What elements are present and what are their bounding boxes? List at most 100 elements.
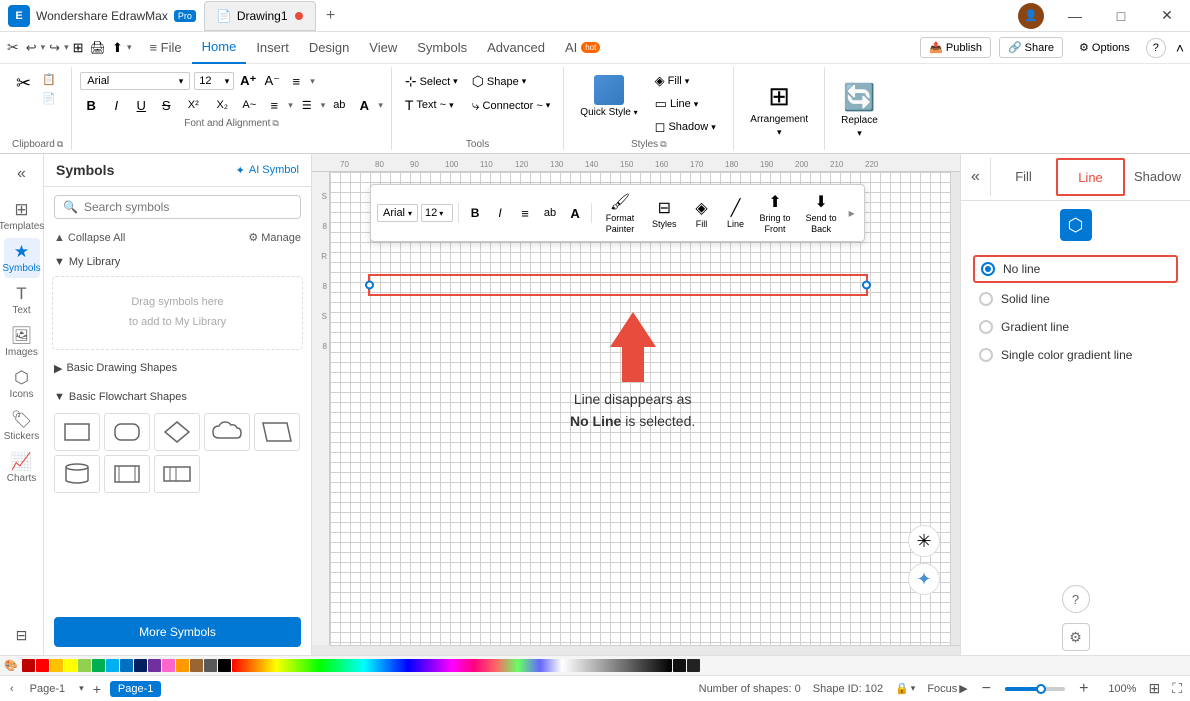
ai-symbol-btn[interactable]: ✦ AI Symbol xyxy=(236,164,299,177)
publish-btn[interactable]: 📤 Publish xyxy=(920,37,991,58)
quick-style-btn[interactable]: Quick Style ▾ xyxy=(572,71,645,122)
panel-settings-btn[interactable]: ⚙ xyxy=(1062,623,1090,651)
tab-symbols[interactable]: Symbols xyxy=(407,32,477,64)
v-scrollbar[interactable] xyxy=(950,172,960,645)
more-symbols-btn[interactable]: More Symbols xyxy=(54,617,301,647)
bold-btn[interactable]: B xyxy=(80,94,102,116)
sidebar-item-icons[interactable]: ⬡ Icons xyxy=(4,364,40,404)
cut-btn[interactable]: ✂ xyxy=(12,71,35,96)
tab-insert[interactable]: Insert xyxy=(246,32,299,64)
italic-btn[interactable]: I xyxy=(105,94,127,116)
panel-blue-action-btn[interactable]: ⬡ xyxy=(1060,209,1092,241)
help-btn[interactable]: ? xyxy=(1146,38,1166,58)
options-btn[interactable]: ⚙ Options xyxy=(1071,38,1138,57)
ft-font-selector[interactable]: Arial ▾ xyxy=(377,204,418,222)
text-wrap-btn[interactable]: ab xyxy=(328,94,350,116)
share-btn[interactable]: 🔗 Share xyxy=(999,37,1063,58)
shape-item[interactable] xyxy=(204,413,250,451)
sidebar-item-text[interactable]: T Text xyxy=(4,280,40,320)
qa-redo[interactable]: ↪ xyxy=(47,38,62,58)
ft-fill-btn[interactable]: ◈ Fill xyxy=(686,195,718,232)
subscript-btn[interactable]: X₂ xyxy=(209,94,235,116)
ribbon-collapse-btn[interactable]: ˄ xyxy=(1174,38,1186,58)
sidebar-item-stickers[interactable]: 🏷 Stickers xyxy=(4,406,40,446)
ft-bring-front-btn[interactable]: ⬆ Bring to Front xyxy=(754,189,797,237)
sidebar-collapse-btn[interactable]: « xyxy=(4,160,40,188)
list-btn[interactable]: ≡ xyxy=(263,94,285,116)
sidebar-item-templates[interactable]: ⊞ Templates xyxy=(4,196,40,236)
color-swatch-cyan[interactable] xyxy=(106,659,119,672)
zoom-out-btn[interactable]: − xyxy=(980,680,993,698)
ft-expand-btn[interactable]: ▸ xyxy=(846,204,858,222)
color-swatch-pink[interactable] xyxy=(162,659,175,672)
strikethrough-btn[interactable]: S xyxy=(155,94,177,116)
tab-home[interactable]: Home xyxy=(192,32,247,64)
color-swatch-red[interactable] xyxy=(36,659,49,672)
page-tab-page1[interactable]: Page-1 xyxy=(22,681,73,697)
color-swatch-brown[interactable] xyxy=(190,659,203,672)
text-style-btn[interactable]: A~ xyxy=(238,94,260,116)
search-input[interactable] xyxy=(84,200,292,214)
align-btn[interactable]: ≡ xyxy=(286,71,306,91)
tab-advanced[interactable]: Advanced xyxy=(477,32,555,64)
color-palette-strip[interactable] xyxy=(232,659,672,672)
ft-bold-btn[interactable]: B xyxy=(464,202,486,224)
h-scrollbar[interactable] xyxy=(330,645,960,655)
ft-font-size[interactable]: 12 ▾ xyxy=(421,204,453,222)
color-swatch-orange2[interactable] xyxy=(176,659,189,672)
color-swatch-purple[interactable] xyxy=(148,659,161,672)
indent-btn[interactable]: ☰ xyxy=(296,94,318,116)
color-swatch-black2[interactable] xyxy=(673,659,686,672)
shape-item[interactable] xyxy=(104,413,150,451)
font-increase-btn[interactable]: A⁺ xyxy=(238,71,258,91)
superscript-btn[interactable]: X² xyxy=(180,94,206,116)
shape-item[interactable] xyxy=(154,413,200,451)
page-dropdown-arrow[interactable]: ▾ xyxy=(79,683,84,694)
selected-element[interactable] xyxy=(368,274,868,296)
color-swatch-navy[interactable] xyxy=(134,659,147,672)
clipboard-copy-btn[interactable]: 📄 xyxy=(39,90,59,107)
layer-btn[interactable]: 🔒 ▾ xyxy=(895,682,915,695)
ft-format-painter-btn[interactable]: 🖌 Format Painter xyxy=(597,189,643,237)
line-option-solid[interactable]: Solid line xyxy=(973,287,1178,311)
qa-pages[interactable]: ⊞ xyxy=(71,38,86,58)
ft-font-color-btn[interactable]: A xyxy=(564,202,586,224)
line-option-single-gradient[interactable]: Single color gradient line xyxy=(973,343,1178,367)
color-swatch-gray[interactable] xyxy=(204,659,217,672)
line-option-gradient[interactable]: Gradient line xyxy=(973,315,1178,339)
ft-send-back-btn[interactable]: ⬇ Send to Back xyxy=(800,189,843,237)
user-avatar[interactable]: 👤 xyxy=(1018,3,1044,29)
color-swatch-green-light[interactable] xyxy=(78,659,91,672)
ft-wrap-btn[interactable]: ab xyxy=(539,202,561,224)
ft-italic-btn[interactable]: I xyxy=(489,202,511,224)
color-swatch-black3[interactable] xyxy=(687,659,700,672)
color-swatch-green[interactable] xyxy=(92,659,105,672)
zoom-in-btn[interactable]: + xyxy=(1077,680,1090,698)
underline-btn[interactable]: U xyxy=(130,94,152,116)
ft-close-btn[interactable] xyxy=(856,187,862,189)
handle-right[interactable] xyxy=(862,281,871,290)
page-nav-left[interactable]: ‹ xyxy=(8,683,16,695)
basic-flowchart-header[interactable]: ▼ Basic Flowchart Shapes xyxy=(52,387,303,407)
line-option-no-line[interactable]: No line xyxy=(973,255,1178,283)
ft-line-btn[interactable]: ╱ Line xyxy=(721,195,751,232)
clipboard-paste-btn[interactable]: 📋 xyxy=(39,71,59,88)
sparkle-btn-2[interactable]: ✦ xyxy=(908,563,940,595)
zoom-slider[interactable] xyxy=(1005,687,1065,691)
maximize-btn[interactable]: □ xyxy=(1098,0,1144,32)
qa-print[interactable]: 🖨 xyxy=(88,38,109,58)
panel-help-btn[interactable]: ? xyxy=(1062,585,1090,613)
color-swatch-yellow[interactable] xyxy=(64,659,77,672)
shape-item[interactable] xyxy=(154,455,200,493)
font-decrease-btn[interactable]: A⁻ xyxy=(262,71,282,91)
shape-btn[interactable]: ⬡ Shape ▾ xyxy=(467,71,556,92)
tab-view[interactable]: View xyxy=(359,32,407,64)
panel-tab-shadow[interactable]: Shadow xyxy=(1125,158,1190,196)
fullscreen-btn[interactable]: ⛶ xyxy=(1172,680,1182,697)
ft-align-btn[interactable]: ≡ xyxy=(514,202,536,224)
fit-page-btn[interactable]: ⊞ xyxy=(1148,680,1160,697)
sidebar-item-images[interactable]: 🖼 Images xyxy=(4,322,40,362)
sidebar-item-charts[interactable]: 📈 Charts xyxy=(4,448,40,488)
handle-left[interactable] xyxy=(365,281,374,290)
color-swatch-blue[interactable] xyxy=(120,659,133,672)
